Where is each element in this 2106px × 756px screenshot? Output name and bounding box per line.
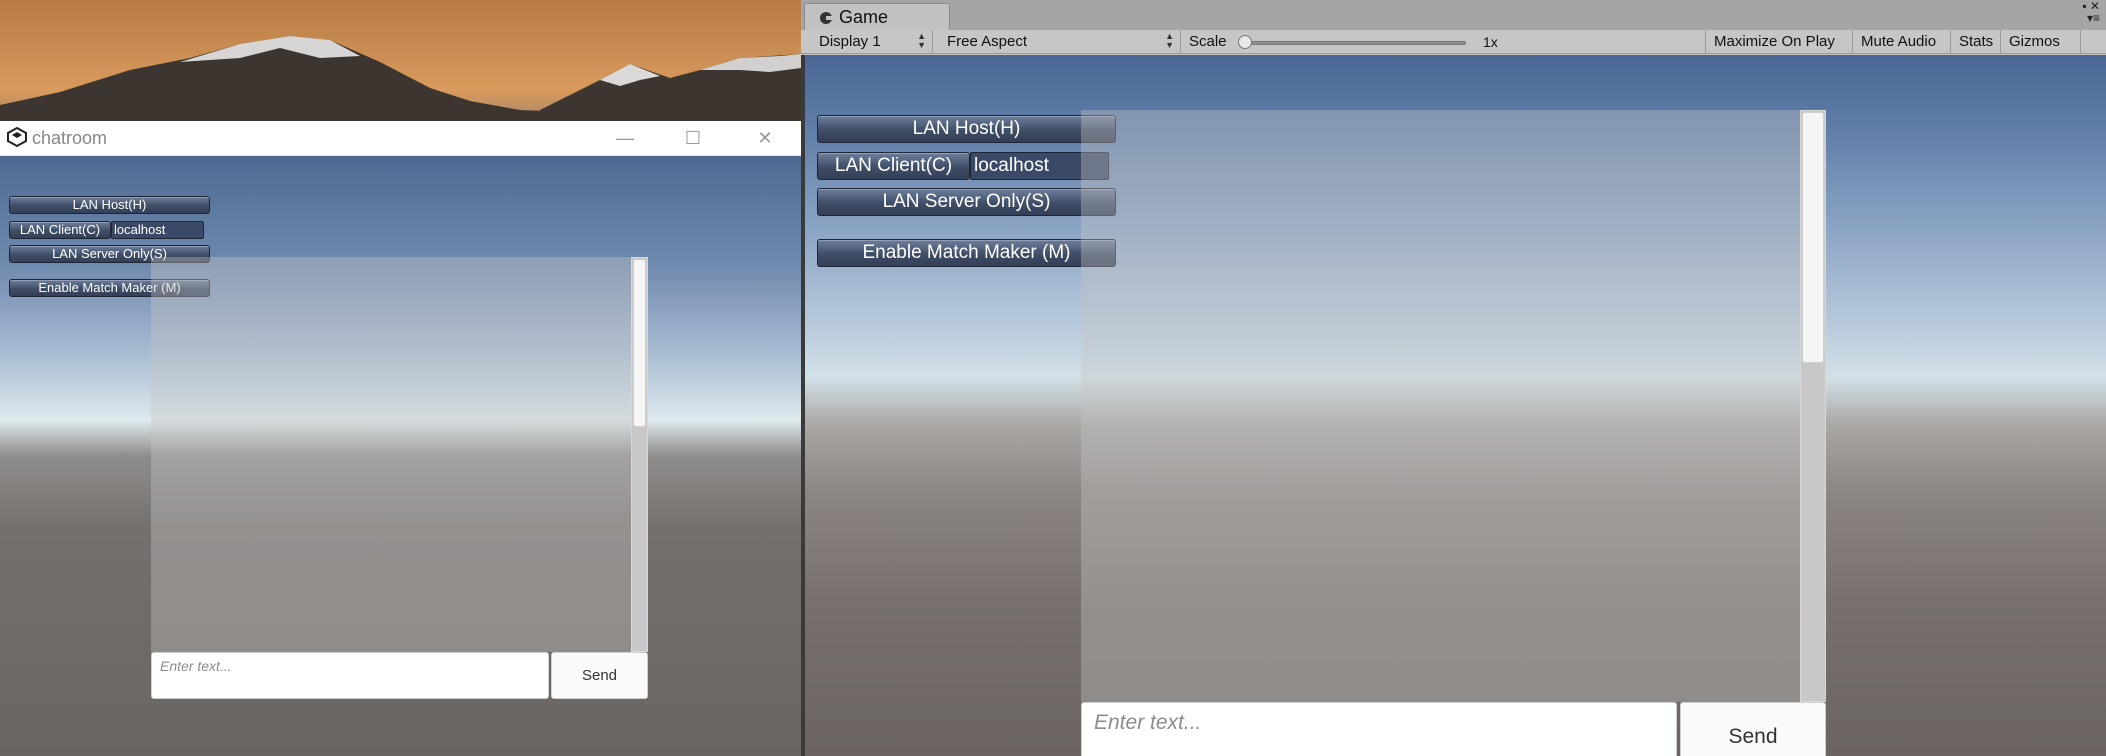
send-button[interactable]: Send (551, 652, 648, 699)
tab-strip (801, 0, 2106, 30)
lan-client-button[interactable]: LAN Client(C) (817, 152, 970, 180)
aspect-dropdown-label: Free Aspect (947, 33, 1028, 50)
dropdown-arrows-icon: ▲ ▼ (917, 31, 926, 50)
mute-audio-toggle[interactable]: Mute Audio (1853, 30, 1951, 54)
tab-game-label: Game (839, 7, 889, 27)
chat-scrollbar[interactable] (1800, 110, 1826, 702)
unity-logo-icon (7, 126, 27, 148)
tab-game[interactable]: Game (804, 3, 950, 30)
display-dropdown-label: Display 1 (819, 33, 881, 50)
close-icon[interactable]: ✕ (731, 121, 799, 156)
chat-input[interactable]: Enter text... (1081, 702, 1677, 756)
standalone-build-window: chatroom — ☐ ✕ LAN Host(H) LAN Client(C)… (0, 0, 801, 756)
minimize-icon[interactable]: — (591, 121, 659, 156)
display-dropdown[interactable]: Display 1 ▲ ▼ (811, 30, 933, 54)
desktop-wallpaper (0, 0, 801, 121)
scale-value: 1x (1483, 34, 1498, 50)
lan-client-button[interactable]: LAN Client(C) (9, 221, 111, 239)
stats-toggle[interactable]: Stats (1951, 30, 2001, 54)
lan-host-button[interactable]: LAN Host(H) (817, 115, 1116, 143)
chat-log-panel[interactable] (151, 257, 631, 652)
mountains-image (0, 36, 801, 121)
dropdown-arrows-icon: ▲ ▼ (1165, 31, 1174, 50)
divider (801, 55, 805, 756)
lan-host-button[interactable]: LAN Host(H) (9, 196, 210, 214)
gizmos-label: Gizmos (2009, 33, 2060, 50)
maximize-on-play-toggle[interactable]: Maximize On Play (1705, 30, 1853, 54)
maximize-icon[interactable]: ☐ (659, 121, 727, 156)
scale-slider-knob[interactable] (1238, 35, 1252, 49)
lan-server-only-button[interactable]: LAN Server Only(S) (817, 188, 1116, 216)
chat-scrollbar[interactable] (631, 257, 648, 652)
chat-log-panel[interactable] (1081, 110, 1801, 702)
chat-input[interactable]: Enter text... (151, 652, 549, 699)
window-title: chatroom (32, 128, 108, 148)
editor-game-view: Game ▪ ✕ ▾≡ Display 1 ▲ ▼ Free Aspect ▲ ▼ S… (801, 0, 2106, 756)
client-address-field[interactable]: localhost (111, 221, 204, 239)
panel-menu-icon[interactable]: ▪ ✕ ▾≡ (2082, 0, 2100, 24)
game-tab-icon (820, 12, 833, 24)
send-button[interactable]: Send (1680, 702, 1826, 756)
enable-match-maker-button[interactable]: Enable Match Maker (M) (817, 239, 1116, 267)
aspect-dropdown[interactable]: Free Aspect ▲ ▼ (939, 30, 1181, 54)
scale-slider-track[interactable] (1246, 41, 1466, 45)
scrollbar-thumb[interactable] (633, 259, 646, 427)
scrollbar-thumb[interactable] (1802, 112, 1824, 363)
gizmos-dropdown[interactable]: Gizmos (2001, 30, 2081, 54)
